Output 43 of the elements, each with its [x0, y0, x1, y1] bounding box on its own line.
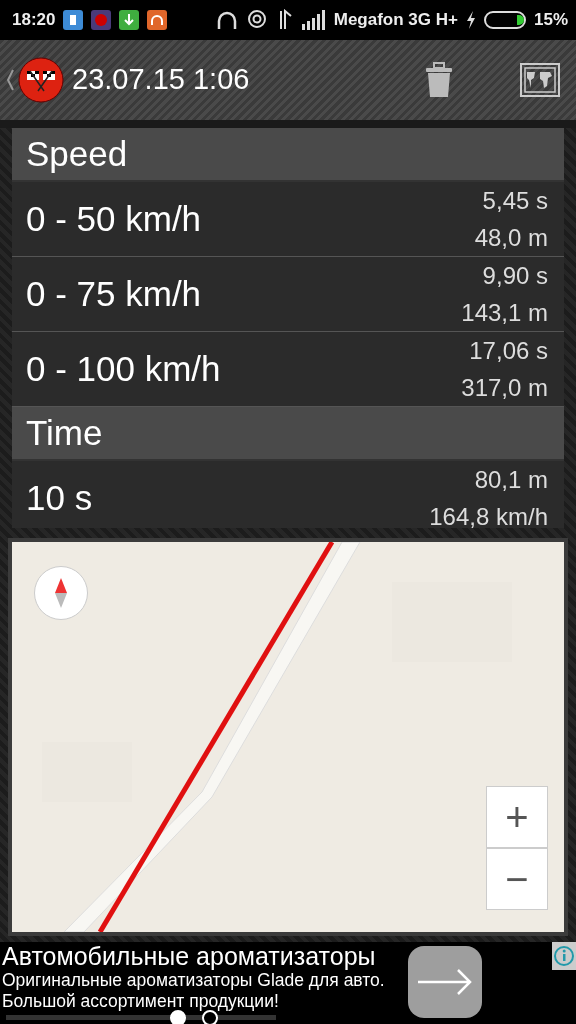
result-label: 0 - 100 km/h	[26, 347, 221, 390]
zoom-out-button[interactable]: −	[486, 848, 548, 910]
result-label: 10 s	[26, 476, 93, 519]
back-button[interactable]	[6, 57, 64, 103]
section-header: Speed	[12, 128, 564, 182]
result-value: 143,1 m	[461, 298, 548, 328]
result-value: 5,45 s	[481, 186, 548, 216]
result-label: 0 - 50 km/h	[26, 197, 202, 240]
map-view-button[interactable]	[520, 63, 560, 97]
ad-title: Автомобильные ароматизаторы	[1, 942, 376, 970]
back-chevron-icon	[6, 69, 14, 91]
status-time: 18:20	[12, 9, 56, 32]
arrow-right-icon	[418, 969, 472, 995]
hotspot-icon	[245, 9, 268, 31]
battery-percent: 15%	[533, 9, 568, 32]
result-value: 48,0 m	[474, 223, 548, 253]
result-value: 9,90 s	[481, 261, 548, 291]
charging-icon	[465, 11, 476, 29]
delete-button[interactable]	[424, 62, 454, 98]
app-notification-icon	[91, 10, 112, 30]
toolbar-title: 23.07.15 1:06	[72, 62, 250, 98]
headphones-notification-icon	[147, 10, 168, 30]
section-header: Time	[12, 407, 564, 461]
ad-text: Оригинальные ароматизаторы Glade для авто.	[1, 970, 385, 991]
trash-icon	[424, 62, 454, 98]
result-value: 80,1 m	[473, 465, 548, 495]
zoom-in-button[interactable]: +	[486, 786, 548, 848]
app-notification-icon	[63, 10, 84, 30]
page-indicator-dot[interactable]	[202, 1010, 218, 1024]
carrier-name: Megafon 3G H+	[333, 9, 458, 32]
signal-icon	[301, 10, 326, 30]
result-value: 17,06 s	[468, 336, 548, 366]
ad-open-button[interactable]	[408, 946, 482, 1018]
world-map-icon	[520, 63, 560, 97]
result-value: 164,8 km/h	[429, 502, 548, 528]
page-indicator-dot[interactable]	[170, 1010, 186, 1024]
download-notification-icon	[119, 10, 140, 30]
ad-text: Большой ассортимент продукции!	[1, 991, 279, 1012]
racing-flags-icon	[18, 57, 64, 103]
result-label: 0 - 75 km/h	[26, 272, 202, 315]
battery-icon	[483, 11, 526, 29]
result-value: 317,0 m	[461, 373, 548, 403]
headphones-icon	[215, 9, 238, 31]
